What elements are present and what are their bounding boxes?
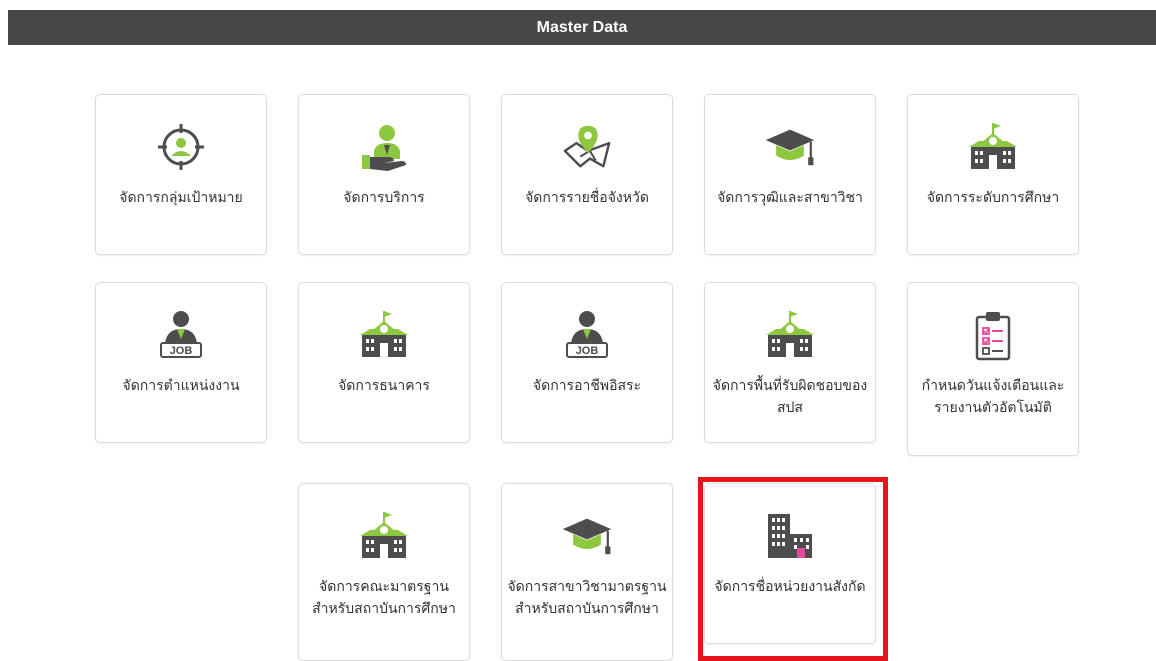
card-freelance[interactable]: JOB จัดการอาชีพอิสระ	[501, 282, 673, 443]
service-hand-icon	[358, 121, 410, 173]
target-user-icon	[155, 121, 207, 173]
card-affiliated-agency[interactable]: จัดการชื่อหน่วยงานสังกัด	[704, 483, 876, 644]
checklist-clipboard-icon	[967, 309, 1019, 361]
bank-building-icon	[358, 309, 410, 361]
school-building-icon	[967, 121, 1019, 173]
card-label: จัดการคณะมาตรฐานสำหรับสถาบันการศึกษา	[312, 579, 456, 617]
card-faculty-standard[interactable]: จัดการคณะมาตรฐานสำหรับสถาบันการศึกษา	[298, 483, 470, 661]
graduation-cap-icon	[561, 510, 613, 562]
card-label: จัดการบริการ	[343, 190, 425, 206]
card-degree[interactable]: จัดการวุฒิและสาขาวิชา	[704, 94, 876, 255]
card-auto-report[interactable]: กำหนดวันแจ้งเตือนและรายงานตัวอัตโนมัติ	[907, 282, 1079, 456]
page-header: Master Data	[8, 10, 1156, 45]
card-label: กำหนดวันแจ้งเตือนและรายงานตัวอัตโนมัติ	[921, 378, 1065, 416]
card-target-group[interactable]: จัดการกลุ่มเป้าหมาย	[95, 94, 267, 255]
card-label: จัดการรายชื่อจังหวัด	[525, 190, 649, 206]
card-label: จัดการตำแหน่งงาน	[122, 378, 240, 394]
card-province[interactable]: จัดการรายชื่อจังหวัด	[501, 94, 673, 255]
card-responsible-area[interactable]: จัดการพื้นที่รับผิดชอบของ สปส	[704, 282, 876, 443]
card-label: จัดการพื้นที่รับผิดชอบของ สปส	[712, 378, 868, 416]
school-building-icon	[358, 510, 410, 562]
card-label: จัดการชื่อหน่วยงานสังกัด	[714, 579, 866, 595]
card-major-standard[interactable]: จัดการสาขาวิชามาตรฐานสำหรับสถาบันการศึกษ…	[501, 483, 673, 661]
card-label: จัดการระดับการศึกษา	[926, 190, 1060, 206]
card-label: จัดการกลุ่มเป้าหมาย	[119, 190, 243, 206]
svg-text:JOB: JOB	[170, 345, 193, 357]
school-building-icon	[764, 309, 816, 361]
card-label: จัดการธนาคาร	[338, 378, 430, 394]
card-label: จัดการวุฒิและสาขาวิชา	[717, 190, 863, 206]
svg-text:JOB: JOB	[576, 345, 599, 357]
card-service[interactable]: จัดการบริการ	[298, 94, 470, 255]
office-buildings-icon	[764, 510, 816, 562]
card-label: จัดการอาชีพอิสระ	[532, 378, 642, 394]
card-job-position[interactable]: JOB จัดการตำแหน่งงาน	[95, 282, 267, 443]
job-person-icon: JOB	[155, 309, 207, 361]
card-label: จัดการสาขาวิชามาตรฐานสำหรับสถาบันการศึกษ…	[507, 579, 667, 617]
card-education-level[interactable]: จัดการระดับการศึกษา	[907, 94, 1079, 255]
map-pin-icon	[561, 121, 613, 173]
job-person-icon: JOB	[561, 309, 613, 361]
graduation-cap-icon	[764, 121, 816, 173]
page-title: Master Data	[536, 18, 628, 36]
card-bank[interactable]: จัดการธนาคาร	[298, 282, 470, 443]
